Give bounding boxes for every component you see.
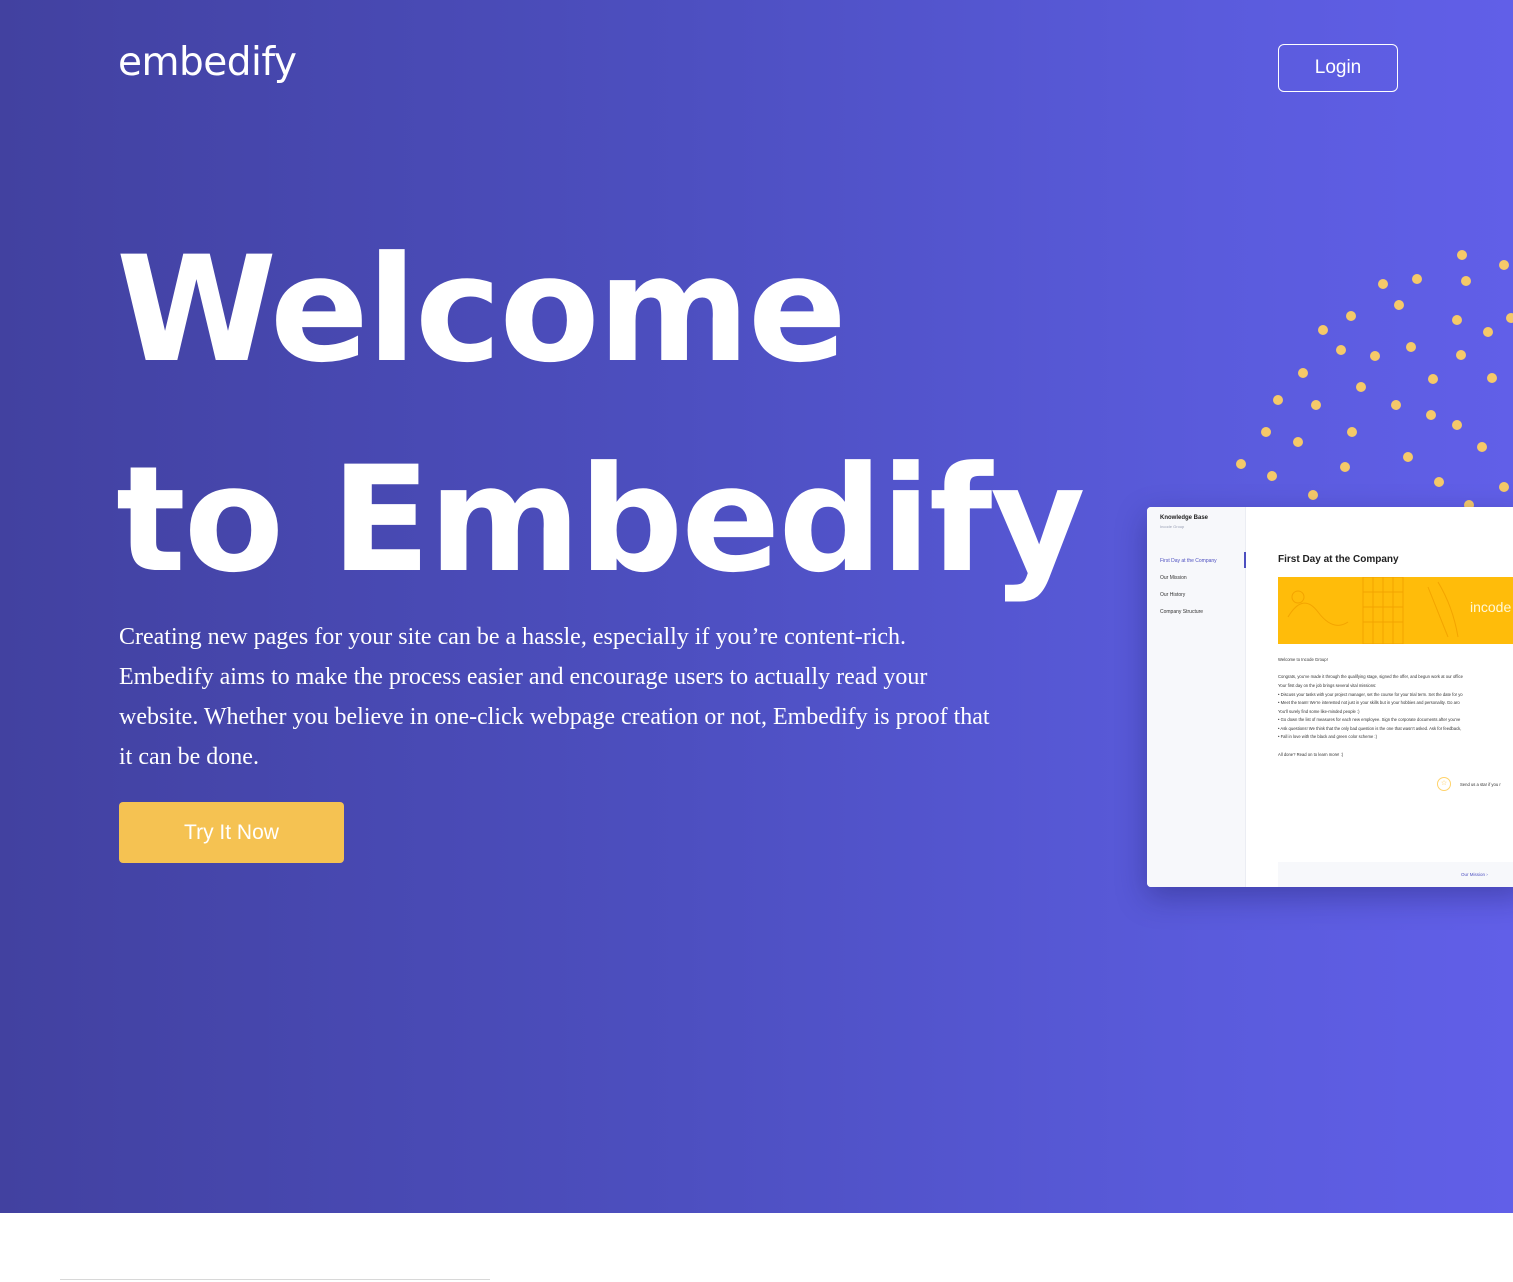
- app-screenshot-mockup: Knowledge Base Incode Group First Day at…: [1147, 507, 1513, 887]
- mockup-star-text: Send us a star if you r: [1460, 782, 1501, 787]
- try-it-now-button[interactable]: Try It Now: [119, 802, 344, 863]
- hero-title-line2: to Embedify: [116, 435, 1086, 605]
- mockup-text-line: All done? Read on to learn more! :): [1278, 752, 1344, 757]
- mockup-main: First Day at the Company incode Welcome …: [1245, 507, 1513, 887]
- mockup-next-link: Our Mission ›: [1461, 872, 1488, 877]
- mockup-text-line: • Meet the team! We’re interested not ju…: [1278, 700, 1460, 705]
- mockup-banner: incode: [1278, 577, 1513, 644]
- mockup-text-line: You’ll surely find some like-minded peop…: [1278, 709, 1360, 714]
- mockup-sidebar: Knowledge Base Incode Group First Day at…: [1147, 507, 1246, 887]
- star-icon: ☆: [1437, 777, 1451, 791]
- mockup-text-line: Your first day on the job brings several…: [1278, 683, 1377, 688]
- mockup-text-line: • Discuss your tasks with your project m…: [1278, 692, 1463, 697]
- mockup-footer: Our Mission ›: [1278, 862, 1513, 887]
- hero-title: Welcome to Embedify: [116, 205, 1086, 625]
- login-button[interactable]: Login: [1278, 44, 1398, 92]
- mockup-sidebar-item-first-day: First Day at the Company: [1160, 558, 1217, 564]
- mockup-sidebar-item-company-structure: Company Structure: [1160, 609, 1204, 615]
- hero-title-line1: Welcome: [116, 225, 847, 395]
- dots-decoration: [1236, 250, 1513, 510]
- hero-section: embedify Login Welcome to Embedify Creat…: [0, 0, 1513, 1213]
- mockup-sidebar-item-our-history: Our History: [1160, 592, 1186, 598]
- divider: [60, 1279, 490, 1280]
- logo[interactable]: embedify: [118, 40, 297, 85]
- mockup-text-line: Congrats, you’ve made it through the qua…: [1278, 674, 1463, 679]
- banner-logo-text: incode: [1470, 599, 1512, 615]
- mockup-kb-subtitle: Incode Group: [1160, 524, 1185, 529]
- mockup-text-line: • Ask questions! We think that the only …: [1278, 726, 1462, 731]
- mockup-sidebar-item-our-mission: Our Mission: [1160, 575, 1187, 581]
- mockup-text-line: • Go down the list of measures for each …: [1278, 717, 1461, 722]
- hero-description: Creating new pages for your site can be …: [119, 624, 990, 770]
- mockup-text-line: Welcome to Incode Group!: [1278, 657, 1328, 662]
- mockup-heading: First Day at the Company: [1278, 554, 1399, 565]
- mockup-text-line: • Fall in love with the black and green …: [1278, 734, 1377, 739]
- mockup-kb-title: Knowledge Base: [1160, 515, 1209, 521]
